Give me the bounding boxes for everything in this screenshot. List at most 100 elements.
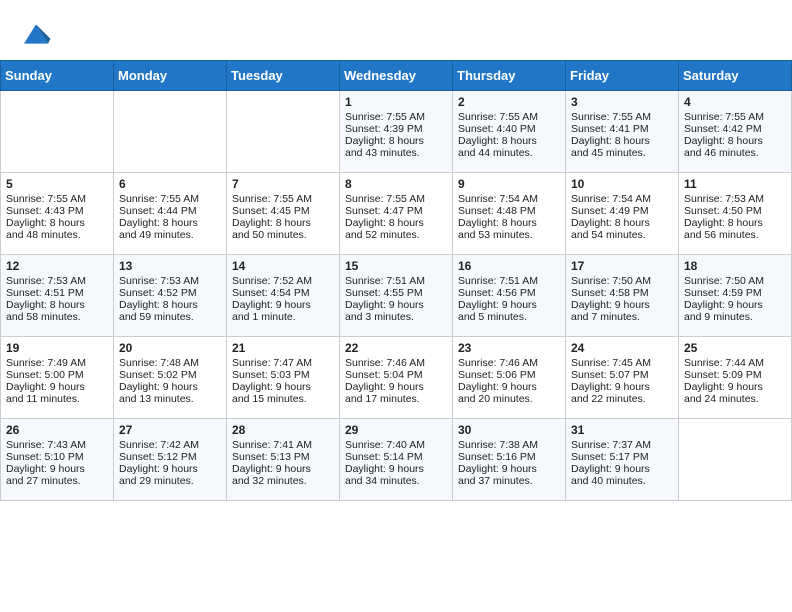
weekday-header-thursday: Thursday <box>453 61 566 91</box>
day-number: 5 <box>6 177 108 191</box>
day-number: 13 <box>119 259 221 273</box>
cell-text: Daylight: 8 hours <box>458 217 560 229</box>
cell-text: Sunset: 5:06 PM <box>458 369 560 381</box>
cell-text: Sunset: 4:44 PM <box>119 205 221 217</box>
cell-text: Sunset: 4:54 PM <box>232 287 334 299</box>
calendar-cell: 16Sunrise: 7:51 AMSunset: 4:56 PMDayligh… <box>453 255 566 337</box>
day-number: 2 <box>458 95 560 109</box>
calendar-cell: 20Sunrise: 7:48 AMSunset: 5:02 PMDayligh… <box>114 337 227 419</box>
calendar-cell: 23Sunrise: 7:46 AMSunset: 5:06 PMDayligh… <box>453 337 566 419</box>
cell-text: and 17 minutes. <box>345 393 447 405</box>
calendar-header: SundayMondayTuesdayWednesdayThursdayFrid… <box>1 61 792 91</box>
cell-text: Sunset: 4:49 PM <box>571 205 673 217</box>
cell-text: and 29 minutes. <box>119 475 221 487</box>
cell-text: Sunset: 4:43 PM <box>6 205 108 217</box>
cell-text: Daylight: 9 hours <box>232 463 334 475</box>
cell-text: Sunrise: 7:54 AM <box>458 193 560 205</box>
cell-text: Daylight: 9 hours <box>119 381 221 393</box>
calendar-table: SundayMondayTuesdayWednesdayThursdayFrid… <box>0 60 792 501</box>
cell-text: and 20 minutes. <box>458 393 560 405</box>
cell-text: and 53 minutes. <box>458 229 560 241</box>
cell-text: Daylight: 9 hours <box>684 299 786 311</box>
cell-text: Sunset: 4:45 PM <box>232 205 334 217</box>
cell-text: Sunset: 4:42 PM <box>684 123 786 135</box>
cell-text: Daylight: 8 hours <box>232 217 334 229</box>
calendar-week-3: 12Sunrise: 7:53 AMSunset: 4:51 PMDayligh… <box>1 255 792 337</box>
day-number: 9 <box>458 177 560 191</box>
calendar-cell: 17Sunrise: 7:50 AMSunset: 4:58 PMDayligh… <box>566 255 679 337</box>
cell-text: Daylight: 8 hours <box>119 299 221 311</box>
cell-text: and 54 minutes. <box>571 229 673 241</box>
calendar-week-5: 26Sunrise: 7:43 AMSunset: 5:10 PMDayligh… <box>1 419 792 501</box>
calendar-cell <box>679 419 792 501</box>
cell-text: and 11 minutes. <box>6 393 108 405</box>
logo-icon <box>20 18 52 50</box>
day-number: 22 <box>345 341 447 355</box>
cell-text: Daylight: 8 hours <box>6 217 108 229</box>
cell-text: and 34 minutes. <box>345 475 447 487</box>
cell-text: Daylight: 9 hours <box>571 463 673 475</box>
calendar-cell <box>227 91 340 173</box>
cell-text: and 24 minutes. <box>684 393 786 405</box>
cell-text: Sunrise: 7:45 AM <box>571 357 673 369</box>
cell-text: Sunrise: 7:46 AM <box>345 357 447 369</box>
day-number: 12 <box>6 259 108 273</box>
cell-text: Daylight: 9 hours <box>571 381 673 393</box>
cell-text: and 52 minutes. <box>345 229 447 241</box>
day-number: 31 <box>571 423 673 437</box>
day-number: 7 <box>232 177 334 191</box>
cell-text: Daylight: 9 hours <box>571 299 673 311</box>
calendar-cell: 21Sunrise: 7:47 AMSunset: 5:03 PMDayligh… <box>227 337 340 419</box>
cell-text: Sunset: 5:17 PM <box>571 451 673 463</box>
calendar-cell: 1Sunrise: 7:55 AMSunset: 4:39 PMDaylight… <box>340 91 453 173</box>
cell-text: Daylight: 8 hours <box>119 217 221 229</box>
cell-text: and 50 minutes. <box>232 229 334 241</box>
calendar-cell: 11Sunrise: 7:53 AMSunset: 4:50 PMDayligh… <box>679 173 792 255</box>
calendar-cell: 28Sunrise: 7:41 AMSunset: 5:13 PMDayligh… <box>227 419 340 501</box>
weekday-header-saturday: Saturday <box>679 61 792 91</box>
cell-text: Sunrise: 7:43 AM <box>6 439 108 451</box>
cell-text: Daylight: 9 hours <box>6 463 108 475</box>
cell-text: and 15 minutes. <box>232 393 334 405</box>
cell-text: Sunrise: 7:54 AM <box>571 193 673 205</box>
calendar-cell: 22Sunrise: 7:46 AMSunset: 5:04 PMDayligh… <box>340 337 453 419</box>
cell-text: and 49 minutes. <box>119 229 221 241</box>
cell-text: and 59 minutes. <box>119 311 221 323</box>
calendar-cell: 26Sunrise: 7:43 AMSunset: 5:10 PMDayligh… <box>1 419 114 501</box>
calendar-cell: 5 Sunrise: 7:55 AMSunset: 4:43 PMDaylight… <box>1 173 114 255</box>
cell-text: Daylight: 8 hours <box>458 135 560 147</box>
cell-text: Daylight: 9 hours <box>458 381 560 393</box>
weekday-header-wednesday: Wednesday <box>340 61 453 91</box>
weekday-header-tuesday: Tuesday <box>227 61 340 91</box>
cell-text: Sunset: 5:09 PM <box>684 369 786 381</box>
day-number: 23 <box>458 341 560 355</box>
calendar-week-2: 5Sunrise: 7:55 AMSunset: 4:43 PMDaylight… <box>1 173 792 255</box>
cell-text: Sunrise: 7:55 AM <box>345 193 447 205</box>
day-number: 3 <box>571 95 673 109</box>
cell-text: and 1 minute. <box>232 311 334 323</box>
cell-text: Sunset: 4:41 PM <box>571 123 673 135</box>
calendar-cell: 18Sunrise: 7:50 AMSunset: 4:59 PMDayligh… <box>679 255 792 337</box>
cell-text: Sunrise: 7:37 AM <box>571 439 673 451</box>
cell-text: Daylight: 9 hours <box>345 463 447 475</box>
calendar-cell: 4Sunrise: 7:55 AMSunset: 4:42 PMDaylight… <box>679 91 792 173</box>
cell-text: and 44 minutes. <box>458 147 560 159</box>
cell-text: Sunrise: 7:51 AM <box>345 275 447 287</box>
calendar-cell: 19Sunrise: 7:49 AMSunset: 5:00 PMDayligh… <box>1 337 114 419</box>
cell-text: and 43 minutes. <box>345 147 447 159</box>
cell-text: and 5 minutes. <box>458 311 560 323</box>
calendar-cell: 8Sunrise: 7:55 AMSunset: 4:47 PMDaylight… <box>340 173 453 255</box>
cell-text: Daylight: 8 hours <box>571 217 673 229</box>
cell-text: Sunrise: 7:55 AM <box>345 111 447 123</box>
day-number: 20 <box>119 341 221 355</box>
cell-text: Sunrise: 7:49 AM <box>6 357 108 369</box>
cell-text: and 13 minutes. <box>119 393 221 405</box>
cell-text: Daylight: 9 hours <box>458 463 560 475</box>
cell-text: Sunrise: 7:48 AM <box>119 357 221 369</box>
cell-text: and 56 minutes. <box>684 229 786 241</box>
cell-text: Sunrise: 7:55 AM <box>6 193 108 205</box>
cell-text: Sunrise: 7:50 AM <box>571 275 673 287</box>
day-number: 26 <box>6 423 108 437</box>
day-number: 27 <box>119 423 221 437</box>
day-number: 19 <box>6 341 108 355</box>
